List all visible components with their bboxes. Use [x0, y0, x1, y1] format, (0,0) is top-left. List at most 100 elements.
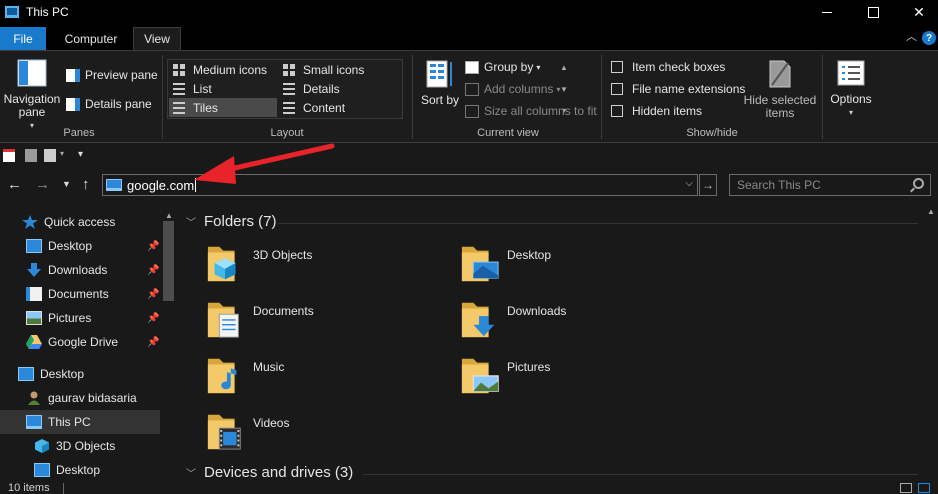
- chevron-down-icon[interactable]: ▾: [60, 149, 64, 158]
- current-view-group-label: Current view: [477, 127, 539, 139]
- properties-icon[interactable]: [3, 149, 15, 162]
- chevron-up-icon[interactable]: ▲: [560, 63, 568, 72]
- pin-icon[interactable]: 📌: [147, 265, 159, 276]
- nav-item-google-drive[interactable]: Google Drive 📌: [0, 330, 160, 354]
- ribbon-collapse-chevron-icon[interactable]: ︿: [906, 28, 917, 44]
- preview-pane-button[interactable]: Preview pane: [66, 68, 158, 82]
- folder-item[interactable]: Music: [206, 353, 436, 403]
- tab-computer[interactable]: Computer: [52, 27, 130, 50]
- folder-name: Pictures: [507, 360, 551, 374]
- layout-group-label: Layout: [270, 127, 304, 139]
- pin-icon[interactable]: 📌: [147, 313, 159, 324]
- nav-item-desktop[interactable]: Desktop 📌: [0, 234, 160, 258]
- nav-item-downloads[interactable]: Downloads 📌: [0, 258, 160, 282]
- options-button[interactable]: Options ▾: [826, 59, 876, 119]
- close-button[interactable]: ✕: [896, 0, 938, 24]
- group-by-button[interactable]: Group by ▾: [465, 60, 540, 74]
- checkbox-unchecked[interactable]: [611, 105, 623, 117]
- back-arrow-icon[interactable]: ←: [7, 176, 22, 193]
- layout-details[interactable]: Details: [279, 79, 387, 98]
- forward-arrow-icon[interactable]: →: [35, 176, 50, 193]
- search-input[interactable]: [730, 178, 900, 192]
- rename-icon[interactable]: [44, 149, 56, 162]
- scroll-up-icon[interactable]: ▲: [165, 211, 173, 220]
- file-name-extensions-checkbox[interactable]: File name extensions: [611, 82, 745, 96]
- recent-locations-chevron-icon[interactable]: ▼: [62, 179, 71, 189]
- navigation-pane-button[interactable]: Navigation pane ▾: [2, 59, 62, 132]
- layout-gallery: Medium icons Small icons List Details Ti…: [167, 59, 568, 119]
- nav-item-desktop-root[interactable]: Desktop: [0, 362, 160, 386]
- folders-group-header[interactable]: ﹀ Folders (7): [186, 213, 277, 230]
- up-arrow-icon[interactable]: ↑: [82, 176, 90, 193]
- address-input[interactable]: google.com: [127, 178, 194, 193]
- folder-item[interactable]: Pictures: [460, 353, 690, 403]
- nav-pane-scrollbar[interactable]: ▲: [161, 211, 176, 481]
- pin-icon[interactable]: 📌: [147, 337, 159, 348]
- large-icons-view-icon[interactable]: [918, 483, 930, 493]
- content-icon: [283, 101, 295, 114]
- search-box[interactable]: [729, 174, 931, 196]
- details-pane-icon: [66, 97, 80, 111]
- folder-item[interactable]: Documents: [206, 297, 436, 347]
- navigation-pane-label: Navigation pane: [3, 92, 61, 119]
- folder-item[interactable]: Downloads: [460, 297, 690, 347]
- user-icon: [28, 391, 40, 405]
- folder-item[interactable]: Desktop: [460, 241, 690, 291]
- star-icon: [22, 215, 38, 229]
- devices-group-header[interactable]: ﹀ Devices and drives (3): [186, 464, 353, 481]
- folder-item[interactable]: Videos: [206, 409, 436, 459]
- nav-item-user[interactable]: gaurav bidasaria: [0, 386, 160, 410]
- folder-item[interactable]: 3D Objects: [206, 241, 436, 291]
- chevron-down-icon: ▾: [556, 84, 561, 94]
- folders-group-title: Folders (7): [204, 213, 277, 230]
- checkbox-unchecked[interactable]: [611, 83, 623, 95]
- nav-item-this-pc[interactable]: This PC: [0, 410, 160, 434]
- go-arrow-button[interactable]: →: [699, 174, 717, 196]
- nav-item-documents[interactable]: Documents 📌: [0, 282, 160, 306]
- pin-icon[interactable]: 📌: [147, 241, 159, 252]
- hidden-items-checkbox[interactable]: Hidden items: [611, 104, 702, 118]
- navigation-pane-icon: [17, 59, 47, 87]
- hide-selected-items-button[interactable]: Hide selected items: [743, 59, 817, 120]
- details-view-icon[interactable]: [900, 483, 912, 493]
- scrollbar-thumb[interactable]: [163, 221, 174, 301]
- tab-view[interactable]: View: [133, 27, 181, 50]
- layout-small-icons[interactable]: Small icons: [279, 60, 387, 79]
- chevron-down-icon: ▾: [536, 62, 541, 72]
- chevron-down-icon[interactable]: ﹀: [186, 214, 196, 229]
- folder-icon: [207, 414, 241, 450]
- scroll-up-icon[interactable]: ▲: [927, 207, 935, 216]
- size-all-columns-button[interactable]: Size all columns to fit: [465, 104, 597, 118]
- maximize-button[interactable]: [850, 0, 896, 24]
- nav-item-3d-objects[interactable]: 3D Objects: [0, 434, 160, 458]
- new-folder-icon[interactable]: [25, 149, 37, 162]
- details-pane-button[interactable]: Details pane: [66, 97, 152, 111]
- sort-by-button[interactable]: Sort by: [420, 59, 460, 107]
- ribbon-tabs: File Computer View ︿: [0, 24, 938, 50]
- address-dropdown-chevron-icon[interactable]: ⌵: [685, 178, 693, 189]
- nav-item-pictures[interactable]: Pictures 📌: [0, 306, 160, 330]
- item-check-boxes-checkbox[interactable]: Item check boxes: [611, 60, 725, 74]
- checkbox-unchecked[interactable]: [611, 61, 623, 73]
- layout-medium-icons[interactable]: Medium icons: [169, 60, 277, 79]
- minimize-button[interactable]: [804, 0, 850, 24]
- add-columns-label: Add columns: [484, 82, 554, 96]
- nav-item-desktop-pc[interactable]: Desktop: [0, 458, 160, 481]
- show-hide-group-label: Show/hide: [686, 127, 738, 139]
- chevron-down-icon: ▾: [848, 108, 853, 117]
- ribbon-separator: [601, 55, 602, 139]
- group-divider: [278, 223, 918, 224]
- layout-tiles[interactable]: Tiles: [169, 98, 277, 117]
- tab-file[interactable]: File: [0, 27, 46, 50]
- pin-icon[interactable]: 📌: [147, 289, 159, 300]
- content-scrollbar[interactable]: ▲: [923, 201, 938, 481]
- layout-list[interactable]: List: [169, 79, 277, 98]
- layout-content[interactable]: Content: [279, 98, 387, 117]
- chevron-down-icon[interactable]: ▼: [560, 85, 568, 94]
- customize-toolbar-icon[interactable]: ▾: [78, 149, 83, 160]
- nav-item-quick-access[interactable]: Quick access: [0, 210, 160, 234]
- help-icon[interactable]: ?: [922, 31, 936, 45]
- details-icon: [283, 82, 295, 95]
- add-columns-button[interactable]: Add columns ▾: [465, 82, 560, 96]
- chevron-down-icon[interactable]: ﹀: [186, 465, 196, 480]
